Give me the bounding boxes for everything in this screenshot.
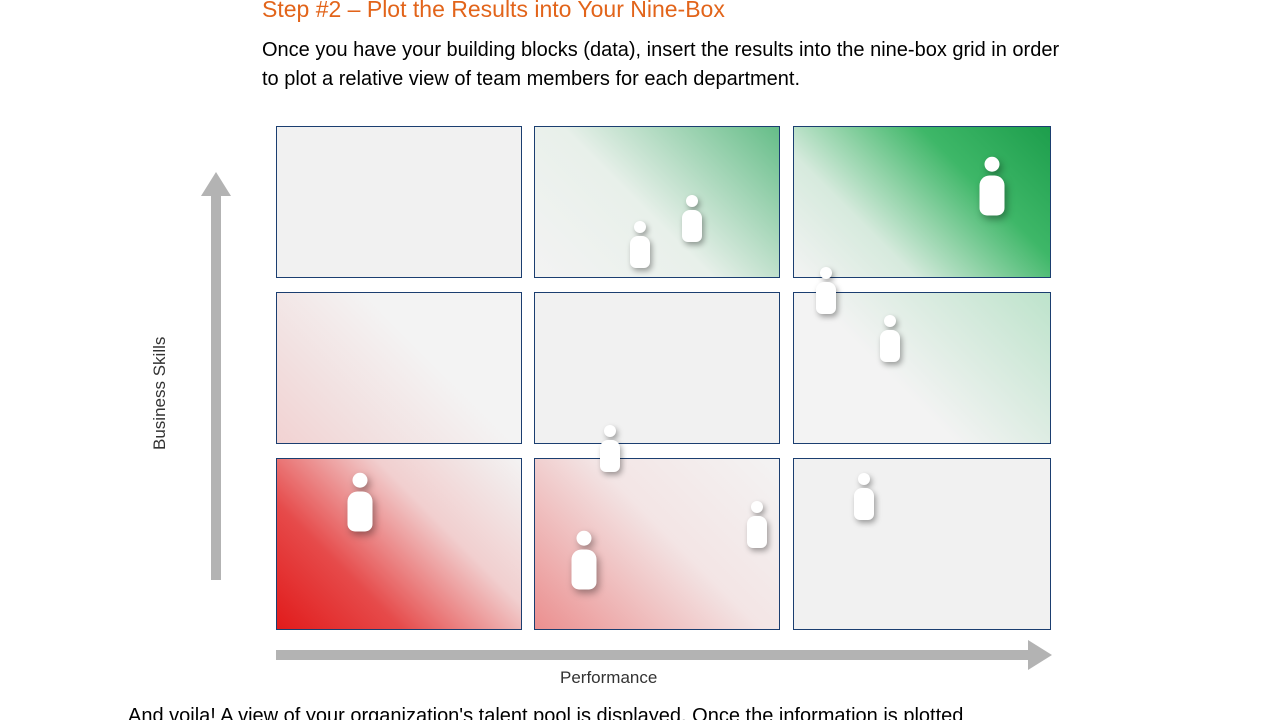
- outro-paragraph: And voila! A view of your organization's…: [128, 702, 1008, 720]
- cell-bot-right: [793, 458, 1051, 630]
- y-axis-arrow: [207, 172, 225, 580]
- y-axis-shaft: [211, 194, 221, 580]
- cell-mid-left: [276, 292, 522, 444]
- x-axis-arrow: [276, 646, 1052, 664]
- cell-bot-mid: [534, 458, 780, 630]
- arrow-right-icon: [1028, 640, 1052, 670]
- x-axis-label: Performance: [560, 668, 657, 688]
- step-title: Step #2 – Plot the Results into Your Nin…: [262, 0, 725, 23]
- cell-mid-right: [793, 292, 1051, 444]
- cell-bot-left: [276, 458, 522, 630]
- cell-top-right: [793, 126, 1051, 278]
- cell-top-mid: [534, 126, 780, 278]
- cell-top-left: [276, 126, 522, 278]
- x-axis-shaft: [276, 650, 1028, 660]
- y-axis-label: Business Skills: [150, 337, 170, 450]
- cell-mid-mid: [534, 292, 780, 444]
- arrow-up-icon: [201, 172, 231, 196]
- nine-box-grid: [276, 126, 1051, 631]
- intro-paragraph: Once you have your building blocks (data…: [262, 36, 1062, 94]
